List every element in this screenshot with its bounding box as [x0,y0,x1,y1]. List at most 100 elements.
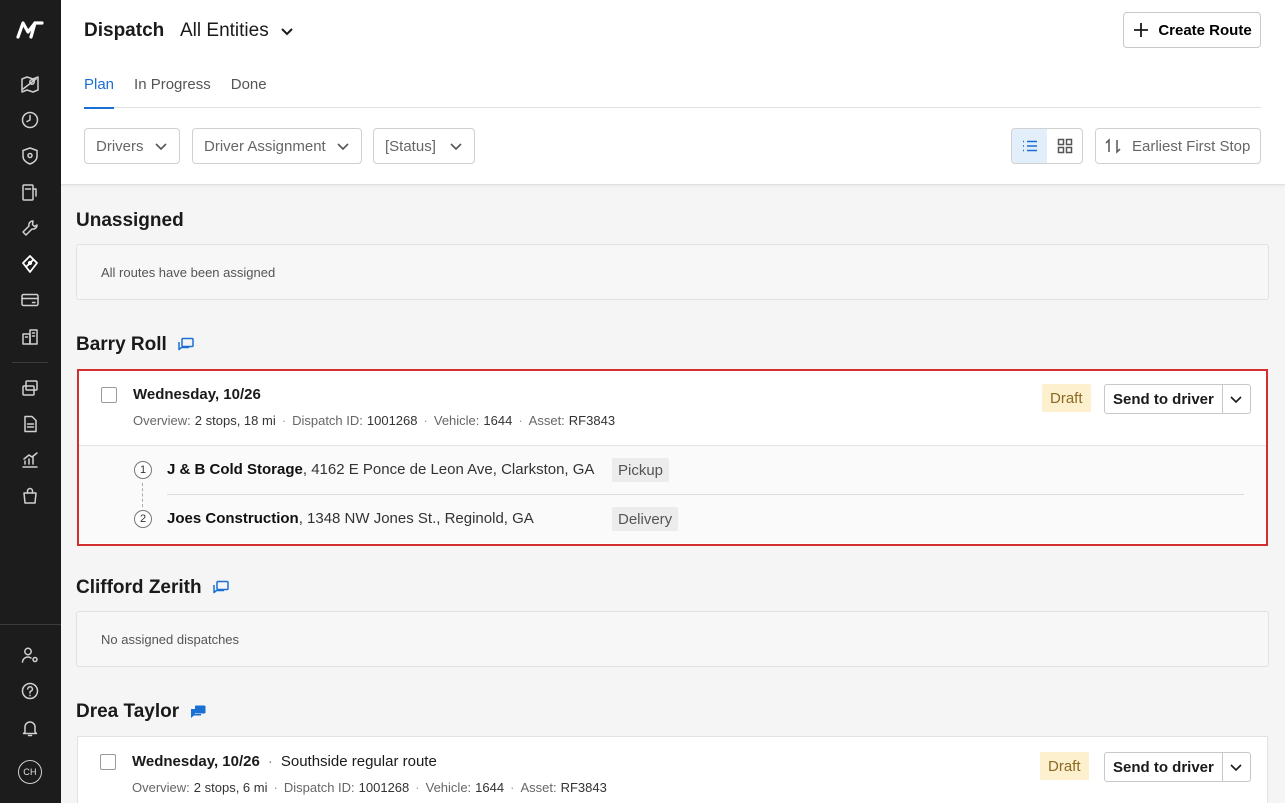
view-toggle [1011,128,1083,164]
separator-dot: · [273,780,278,795]
sidebar: CH [0,0,61,803]
vehicle-value: 1644 [475,780,505,795]
route-date: Wednesday, 10/26 [133,386,261,403]
chevron-down-icon [155,143,167,151]
send-to-driver-group: Send to driver [1104,384,1251,414]
overview-label: Overview: [133,413,191,428]
stops-list: 1 J & B Cold Storage, 4162 E Ponce de Le… [79,445,1266,543]
send-options-button[interactable] [1223,385,1250,413]
chart-icon[interactable] [19,449,41,471]
sidebar-divider [12,362,48,363]
drivers-filter[interactable]: Drivers [84,128,180,164]
grid-icon [1057,138,1072,154]
driver-heading-drea: Drea Taylor [76,701,207,723]
unassigned-message: All routes have been assigned [101,265,276,280]
vehicle-value: 1644 [483,413,513,428]
driver-assignment-filter-label: Driver Assignment [204,137,326,155]
chat-filled-icon[interactable] [189,703,207,721]
user-settings-icon[interactable] [19,644,41,666]
status-badge: Draft [1042,384,1091,412]
asset-value: RF3843 [568,413,616,428]
stop-address: , 4162 E Ponce de Leon Ave, Clarkston, G… [302,461,595,478]
send-to-driver-button[interactable]: Send to driver [1105,385,1223,413]
bag-icon[interactable] [19,485,41,507]
dispatch-id-value: 1001268 [358,780,410,795]
unassigned-empty-card: All routes have been assigned [76,244,1269,300]
route-date-text: Wednesday, 10/26 [132,753,260,770]
unassigned-heading: Unassigned [76,210,184,232]
overview-value: 2 stops, 6 mi [193,780,268,795]
page-header: Dispatch All Entities Create Route Plan … [61,0,1285,185]
separator-dot: · [281,413,287,428]
asset-label: Asset: [520,780,557,795]
tab-done[interactable]: Done [231,74,267,108]
route-checkbox[interactable] [100,754,116,770]
fuel-icon[interactable] [19,181,41,203]
buildings-icon[interactable] [19,325,41,347]
driver-name: Drea Taylor [76,701,180,722]
avatar[interactable]: CH [18,760,42,784]
separator-dot: · [423,413,428,428]
route-summary: Wednesday, 10/26 Overview: 2 stops, 18 m… [79,371,1266,445]
shield-icon[interactable] [19,145,41,167]
driver-name: Barry Roll [76,334,167,355]
stop-type-tag: Delivery [612,507,679,531]
route-date-text: Wednesday, 10/26 [133,386,261,403]
credit-card-icon[interactable] [19,289,41,311]
stop-item[interactable]: 1 J & B Cold Storage, 4162 E Ponce de Le… [79,446,1266,495]
stop-name: Joes Construction [167,510,299,527]
plus-icon [1134,23,1149,37]
route-name: Southside regular route [280,753,437,770]
wrench-icon[interactable] [19,217,41,239]
stop-name: J & B Cold Storage [167,461,303,478]
driver-assignment-filter[interactable]: Driver Assignment [192,128,362,164]
status-filter[interactable]: [Status] [373,128,475,164]
map-icon[interactable] [19,73,41,95]
route-summary: Wednesday, 10/26 · Southside regular rou… [78,737,1267,803]
chevron-down-icon [450,143,462,151]
dispatch-id-label: Dispatch ID: [292,413,363,428]
chevron-down-icon [1230,764,1242,772]
help-icon[interactable] [19,680,41,702]
entity-selector-label: All Entities [180,20,269,41]
send-options-button[interactable] [1223,753,1250,781]
send-to-driver-button[interactable]: Send to driver [1105,753,1223,781]
chat-icon[interactable] [212,579,230,597]
chat-icon[interactable] [177,336,195,354]
route-checkbox[interactable] [101,387,117,403]
dispatch-icon[interactable] [19,253,41,275]
separator-dot: · [518,413,523,428]
tab-in-progress[interactable]: In Progress [134,74,211,108]
list-view-button[interactable] [1012,129,1047,163]
clock-icon[interactable] [19,109,41,131]
tab-bar: Plan In Progress Done [84,74,1261,109]
grid-view-button[interactable] [1047,129,1082,163]
bell-icon[interactable] [19,717,41,739]
asset-value: RF3843 [560,780,607,795]
stop-item[interactable]: 2 Joes Construction, 1348 NW Jones St., … [79,495,1266,544]
send-to-driver-group: Send to driver [1104,752,1251,782]
stop-address: , 1348 NW Jones St., Reginold, GA [298,510,534,527]
route-overview: Overview: 2 stops, 18 mi · Dispatch ID: … [133,413,615,428]
driver-heading-barry: Barry Roll [76,334,195,356]
chevron-down-icon [1230,396,1242,404]
documents-icon[interactable] [19,377,41,399]
stop-number: 1 [134,461,152,479]
dispatch-id-label: Dispatch ID: [283,780,355,795]
create-route-button[interactable]: Create Route [1123,12,1261,48]
sort-button[interactable]: Earliest First Stop [1095,128,1261,164]
file-icon[interactable] [19,413,41,435]
status-badge: Draft [1040,752,1089,780]
overview-label: Overview: [132,780,190,795]
status-filter-label: [Status] [385,137,436,155]
tab-plan[interactable]: Plan [84,74,115,109]
list-icon [1022,140,1037,152]
chevron-down-icon [337,143,349,151]
unassigned-title: Unassigned [76,210,184,231]
sidebar-divider [0,624,61,625]
drivers-filter-label: Drivers [96,137,144,155]
separator-dot: · [415,780,420,795]
entity-selector[interactable]: All Entities [180,20,295,42]
logo[interactable] [15,20,45,40]
stop-location: J & B Cold Storage, 4162 E Ponce de Leon… [167,461,594,478]
